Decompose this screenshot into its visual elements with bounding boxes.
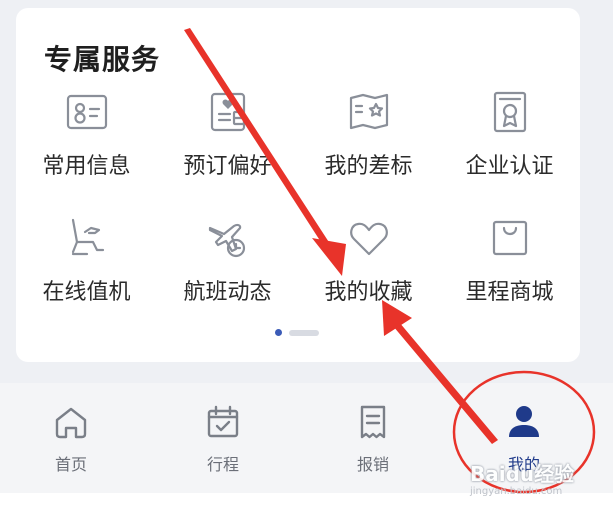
id-card-icon [63,88,111,136]
service-label: 里程商城 [465,280,554,305]
watermark-url: jingyan.baidu.com [470,486,563,497]
service-label: 我的差标 [324,154,413,179]
service-online-checkin[interactable]: 在线值机 [16,214,157,324]
shopping-bag-icon [486,214,534,262]
service-flight-status[interactable]: 航班动态 [157,214,298,324]
service-label: 常用信息 [42,154,131,179]
service-frequent-info[interactable]: 常用信息 [16,88,157,198]
tab-itinerary[interactable]: 行程 [168,403,278,474]
service-mileage-mall[interactable]: 里程商城 [439,214,580,324]
service-label: 企业认证 [465,154,554,179]
user-icon [505,403,543,441]
service-label: 航班动态 [183,280,272,305]
heart-icon [345,214,393,262]
service-label: 我的收藏 [324,280,413,305]
service-label: 在线值机 [42,280,131,305]
section-title: 专属服务 [44,43,161,76]
calendar-icon [204,403,242,441]
service-enterprise-cert[interactable]: 企业认证 [439,88,580,198]
tab-label: 报销 [356,455,389,474]
service-travel-standard[interactable]: 我的差标 [298,88,439,198]
tab-reimbursement[interactable]: 报销 [318,403,428,474]
tab-label: 首页 [54,455,87,474]
certificate-icon [486,88,534,136]
service-label: 预订偏好 [183,154,272,179]
page-dot-active [275,329,282,336]
flight-status-icon [204,214,252,262]
watermark-logo: Baidu经验 [470,462,575,486]
tab-label: 行程 [206,455,239,474]
home-icon [52,403,90,441]
tab-home[interactable]: 首页 [16,403,126,474]
preference-card-icon [204,88,252,136]
seat-checkin-icon [63,214,111,262]
page-indicator[interactable] [275,328,335,336]
travel-standard-icon [345,88,393,136]
receipt-icon [354,403,392,441]
page-dot-inactive [289,330,319,336]
service-my-favorites[interactable]: 我的收藏 [298,214,439,324]
exclusive-services-card: 专属服务 常用信息 预订偏好 我的差标 企业认证 在线值机 航班动态 我的收藏 … [16,8,580,362]
service-booking-preference[interactable]: 预订偏好 [157,88,298,198]
